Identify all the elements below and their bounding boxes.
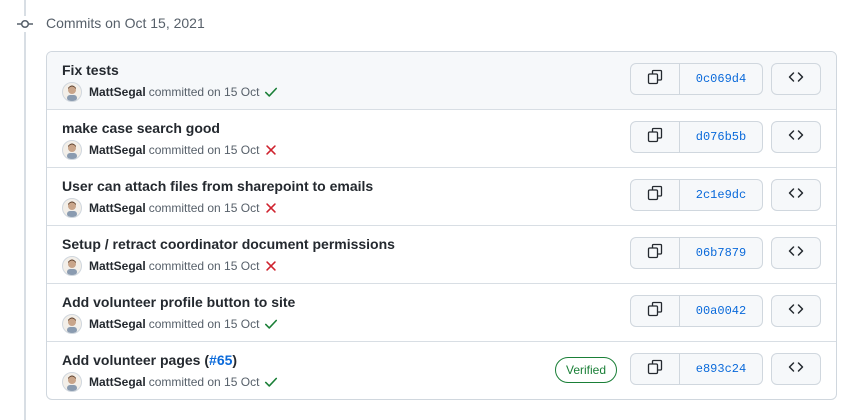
commit-meta: MattSegal committed on 15 Oct: [62, 82, 278, 102]
commit-action-text: committed on 15 Oct: [148, 317, 260, 331]
commit-row: Setup / retract coordinator document per…: [47, 225, 836, 283]
browse-repo-button[interactable]: [771, 121, 821, 153]
commit-meta: MattSegal committed on 15 Oct: [62, 256, 278, 276]
commit-title: Add volunteer pages (#65): [62, 352, 237, 368]
avatar[interactable]: [62, 256, 82, 276]
browse-repo-button[interactable]: [771, 353, 821, 385]
copy-icon: [647, 69, 663, 90]
author-link[interactable]: MattSegal: [89, 375, 146, 389]
check-icon[interactable]: [264, 317, 278, 331]
copy-sha-button[interactable]: [630, 179, 680, 211]
browse-repo-button[interactable]: [771, 63, 821, 95]
copy-sha-button[interactable]: [630, 121, 680, 153]
code-icon: [788, 185, 804, 206]
avatar[interactable]: [62, 82, 82, 102]
copy-sha-group: 06b7879: [630, 237, 763, 269]
commit-row: Fix tests MattSegal committed on 15 Oct …: [47, 52, 836, 109]
author-link[interactable]: MattSegal: [89, 259, 146, 273]
timeline-line: [24, 0, 26, 420]
copy-sha-group: 0c069d4: [630, 63, 763, 95]
commit-title-link[interactable]: Add volunteer pages (: [62, 352, 209, 368]
verified-badge[interactable]: Verified: [555, 357, 618, 383]
check-icon[interactable]: [264, 375, 278, 389]
avatar[interactable]: [62, 140, 82, 160]
copy-sha-group: 00a0042: [630, 295, 763, 327]
git-commit-icon: [11, 16, 39, 32]
commit-action-text: committed on 15 Oct: [148, 259, 260, 273]
commit-meta: MattSegal committed on 15 Oct: [62, 372, 278, 392]
author-link[interactable]: MattSegal: [89, 201, 146, 215]
commit-meta: MattSegal committed on 15 Oct: [62, 140, 278, 160]
code-icon: [788, 359, 804, 380]
code-icon: [788, 127, 804, 148]
commit-title-link[interactable]: User can attach files from sharepoint to…: [62, 178, 373, 194]
commit-action-text: committed on 15 Oct: [148, 375, 260, 389]
copy-sha-button[interactable]: [630, 63, 680, 95]
copy-sha-button[interactable]: [630, 295, 680, 327]
check-icon[interactable]: [264, 85, 278, 99]
copy-icon: [647, 185, 663, 206]
commit-row: User can attach files from sharepoint to…: [47, 167, 836, 225]
commit-row: Add volunteer profile button to site Mat…: [47, 283, 836, 341]
commit-sha-link[interactable]: 2c1e9dc: [680, 179, 763, 211]
commit-action-text: committed on 15 Oct: [148, 143, 260, 157]
commit-meta: MattSegal committed on 15 Oct: [62, 314, 278, 334]
commit-group-title: Commits on Oct 15, 2021: [46, 15, 205, 31]
avatar[interactable]: [62, 198, 82, 218]
commit-sha-link[interactable]: d076b5b: [680, 121, 763, 153]
commit-sha-link[interactable]: 0c069d4: [680, 63, 763, 95]
commit-title-suffix: ): [232, 352, 238, 368]
commit-list: Fix tests MattSegal committed on 15 Oct …: [46, 51, 837, 400]
x-icon[interactable]: [264, 259, 278, 273]
commit-sha-link[interactable]: e893c24: [680, 353, 763, 385]
pull-request-link[interactable]: #65: [209, 352, 232, 368]
avatar[interactable]: [62, 372, 82, 392]
author-link[interactable]: MattSegal: [89, 143, 146, 157]
copy-sha-group: e893c24: [630, 353, 763, 385]
author-link[interactable]: MattSegal: [89, 317, 146, 331]
commit-title-link[interactable]: make case search good: [62, 120, 220, 136]
copy-icon: [647, 301, 663, 322]
commit-action-text: committed on 15 Oct: [148, 85, 260, 99]
code-icon: [788, 301, 804, 322]
copy-sha-button[interactable]: [630, 237, 680, 269]
commit-action-text: committed on 15 Oct: [148, 201, 260, 215]
copy-sha-group: 2c1e9dc: [630, 179, 763, 211]
code-icon: [788, 243, 804, 264]
copy-icon: [647, 127, 663, 148]
x-icon[interactable]: [264, 143, 278, 157]
commit-meta: MattSegal committed on 15 Oct: [62, 198, 278, 218]
browse-repo-button[interactable]: [771, 295, 821, 327]
commit-title-link[interactable]: Setup / retract coordinator document per…: [62, 236, 395, 252]
x-icon[interactable]: [264, 201, 278, 215]
copy-sha-button[interactable]: [630, 353, 680, 385]
commit-sha-link[interactable]: 06b7879: [680, 237, 763, 269]
commit-title-link[interactable]: Fix tests: [62, 62, 119, 78]
copy-icon: [647, 243, 663, 264]
commit-row: Add volunteer pages (#65) MattSegal comm…: [47, 341, 836, 399]
copy-icon: [647, 359, 663, 380]
commit-sha-link[interactable]: 00a0042: [680, 295, 763, 327]
browse-repo-button[interactable]: [771, 237, 821, 269]
author-link[interactable]: MattSegal: [89, 85, 146, 99]
commit-row: make case search good MattSegal committe…: [47, 109, 836, 167]
commit-title-link[interactable]: Add volunteer profile button to site: [62, 294, 295, 310]
avatar[interactable]: [62, 314, 82, 334]
browse-repo-button[interactable]: [771, 179, 821, 211]
copy-sha-group: d076b5b: [630, 121, 763, 153]
code-icon: [788, 69, 804, 90]
